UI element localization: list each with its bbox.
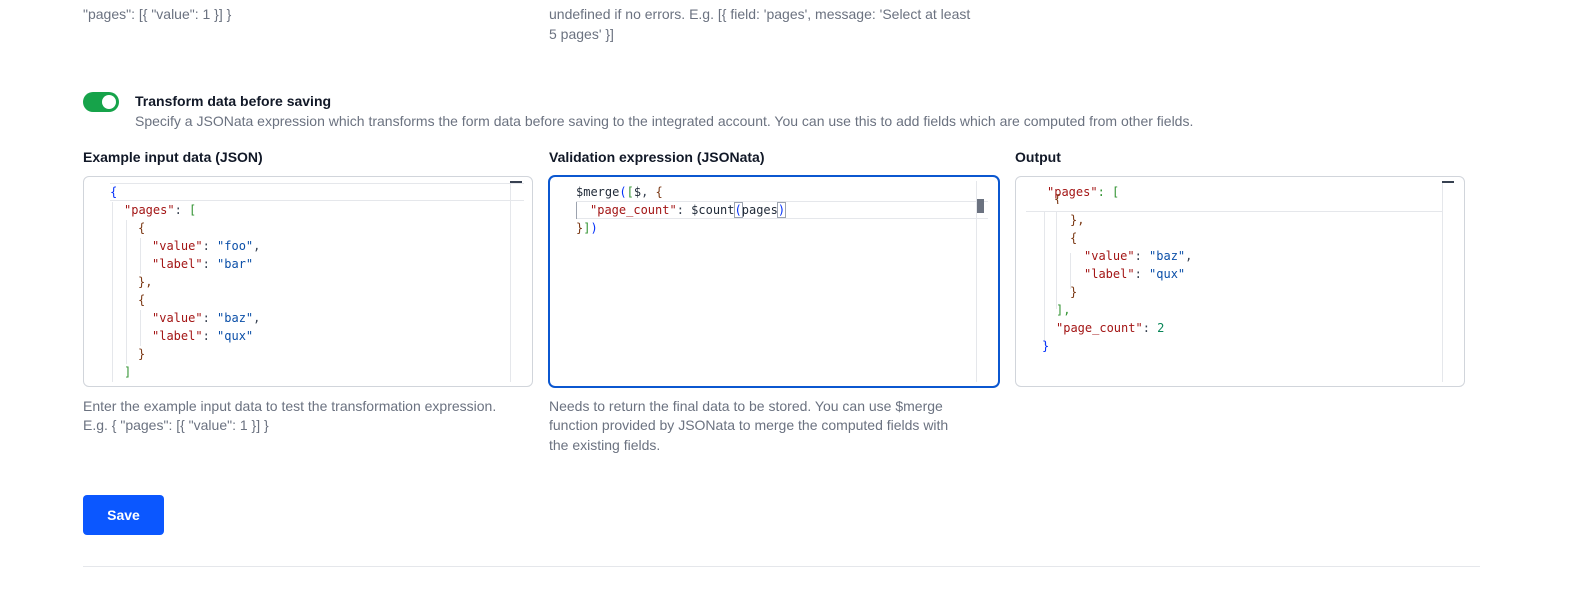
scrollbar-thumb[interactable] [510, 181, 522, 183]
divider [83, 566, 1480, 567]
code-token: { [138, 293, 146, 307]
indent-guide [576, 202, 577, 219]
indent-guide [126, 220, 127, 364]
input-editor-help-line: Enter the example input data to test the… [83, 398, 497, 414]
scrollbar-thumb[interactable] [977, 199, 984, 213]
code-token: { [138, 221, 146, 235]
expression-editor-help-line: the existing fields. [549, 437, 661, 453]
code-token: $ [633, 185, 642, 199]
transform-title: Transform data before saving [135, 93, 332, 109]
code-token: ] [124, 365, 132, 379]
code-token: } [138, 347, 146, 361]
code-token: $merge [576, 185, 620, 199]
code-token: { [655, 185, 663, 199]
output-editor-label: Output [1015, 149, 1061, 165]
indent-guide [1056, 211, 1057, 309]
code-token: } [1042, 339, 1050, 353]
code-token: "qux" [1149, 267, 1186, 281]
code-token: : [202, 329, 218, 343]
expression-editor-label: Validation expression (JSONata) [549, 149, 765, 165]
code-token: : [202, 239, 218, 253]
code-token: ( [619, 185, 627, 199]
code-token: { [110, 185, 118, 199]
code-token: "value" [152, 311, 203, 325]
output-viewer[interactable]: "pages": [ { }, { "value": "baz", "label… [1015, 176, 1465, 387]
code-token: "label" [152, 329, 203, 343]
code-token: [ [189, 203, 197, 217]
code-token: , [641, 185, 656, 199]
code-token: : [202, 311, 218, 325]
transform-toggle[interactable] [83, 92, 119, 112]
input-editor-help-line: E.g. { "pages": [{ "value": 1 }] } [83, 417, 269, 433]
code-token: "bar" [217, 257, 254, 271]
code-token: "baz" [1149, 249, 1186, 263]
indent-guide [140, 238, 141, 274]
current-line-highlight [110, 183, 524, 201]
code-token: , [253, 239, 261, 253]
indent-guide [112, 202, 113, 382]
code-token: "baz" [217, 311, 254, 325]
save-button[interactable]: Save [83, 495, 164, 535]
scrollbar-thumb[interactable] [1442, 181, 1454, 183]
code-token: "page_count" [1056, 321, 1143, 335]
code-token: { [1054, 194, 1062, 204]
input-json-editor[interactable]: { "pages": [ { "value": "foo", "label": … [83, 176, 533, 387]
jsonata-expression-editor[interactable]: $merge([$, { "page_count": $count(pages)… [549, 176, 999, 387]
indent-guide [1044, 211, 1045, 345]
previous-input-help-tail: "pages": [{ "value": 1 }] } [83, 6, 232, 22]
code-token: : [202, 257, 218, 271]
code-token: ( [733, 202, 743, 218]
code-token: "value" [152, 239, 203, 253]
code-token: "pages" [124, 203, 175, 217]
toggle-knob [102, 95, 116, 109]
code-token: } [1070, 285, 1078, 299]
indent-guide [140, 310, 141, 346]
code-token: : [1142, 321, 1158, 335]
code-token: "qux" [217, 329, 254, 343]
code-token: : [ [1097, 185, 1120, 199]
code-token: ) [590, 221, 598, 235]
code-token: : [1134, 267, 1150, 281]
code-token: : [1134, 249, 1150, 263]
code-token: pages [741, 203, 778, 217]
code-token: { [1070, 231, 1078, 245]
previous-expression-help-line: 5 pages' }] [549, 26, 614, 42]
expression-editor-help-line: function provided by JSONata to merge th… [549, 417, 949, 433]
code-token: "page_count" [590, 203, 677, 217]
code-token: "foo" [217, 239, 254, 253]
code-token: $count [691, 203, 735, 217]
code-token: , [253, 311, 261, 325]
code-token: "label" [152, 257, 203, 271]
expression-editor-help-line: Needs to return the final data to be sto… [549, 398, 943, 414]
code-token: : [174, 203, 190, 217]
input-editor-label: Example input data (JSON) [83, 149, 263, 165]
code-token: ) [776, 202, 787, 218]
scrollbar[interactable] [510, 181, 511, 382]
code-token: 2 [1157, 321, 1165, 335]
code-token: "label" [1084, 267, 1135, 281]
code-token: : [676, 203, 692, 217]
code-token: , [1185, 249, 1193, 263]
code-token: [ [626, 185, 634, 199]
code-token: }, [1070, 213, 1085, 227]
code-token: "value" [1084, 249, 1135, 263]
code-token: ], [1056, 303, 1071, 317]
previous-expression-help-line: undefined if no errors. E.g. [{ field: '… [549, 6, 971, 22]
code-token: }, [138, 275, 153, 289]
scrollbar[interactable] [1442, 181, 1443, 382]
transform-description: Specify a JSONata expression which trans… [135, 113, 1194, 129]
